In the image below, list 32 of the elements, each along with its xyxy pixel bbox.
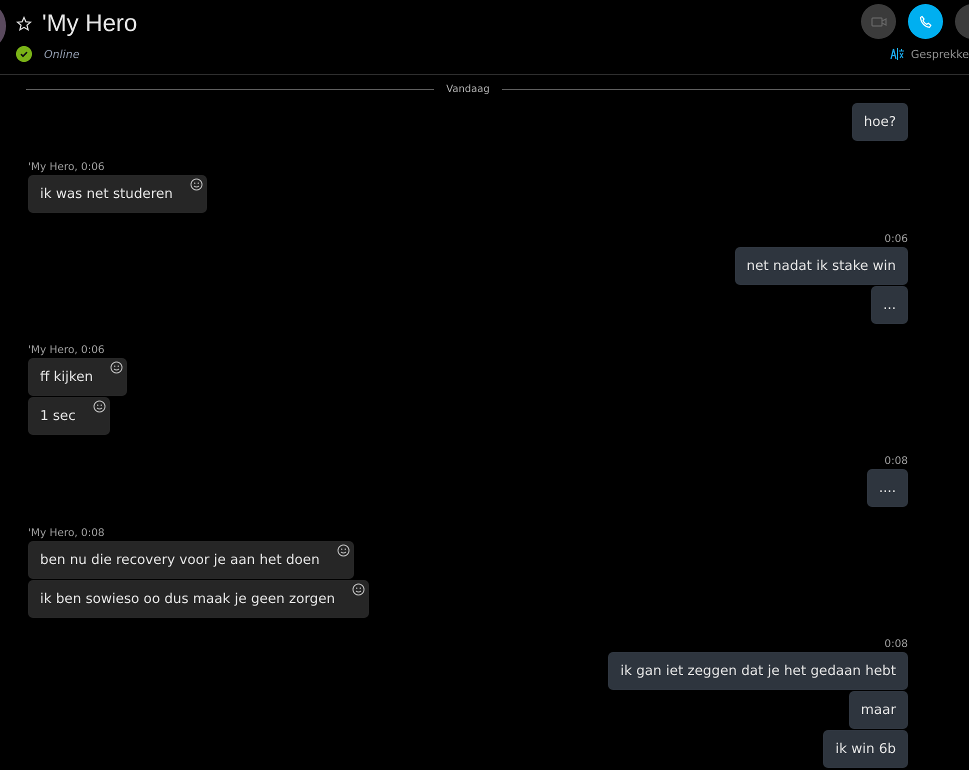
video-call-button[interactable]: [861, 4, 896, 39]
message-bubble[interactable]: net nadat ik stake win: [734, 247, 908, 285]
message-meta: 'My Hero, 0:06: [28, 345, 105, 356]
date-divider: Vandaag: [446, 84, 490, 94]
message-bubble[interactable]: ben nu die recovery voor je aan het doen: [28, 541, 354, 579]
online-status-icon: [16, 46, 32, 62]
message-bubble[interactable]: ik was net studeren: [28, 175, 207, 213]
contact-name: 'My Hero: [42, 10, 138, 38]
smiley-icon[interactable]: [352, 583, 366, 596]
message-bubble[interactable]: ik ben sowieso oo dus maak je geen zorgen: [28, 580, 370, 618]
status-text: Online: [44, 48, 80, 60]
smiley-icon[interactable]: [110, 361, 124, 374]
star-icon[interactable]: [16, 16, 32, 32]
message-bubble[interactable]: maar: [848, 691, 908, 729]
message-meta: 0:06: [884, 234, 908, 245]
message-bubble[interactable]: ff kijken: [28, 358, 128, 396]
smiley-icon[interactable]: [336, 544, 350, 557]
smiley-icon[interactable]: [190, 178, 203, 191]
translate-icon[interactable]: [890, 47, 905, 61]
message-bubble[interactable]: ...: [871, 286, 908, 324]
message-bubble[interactable]: ik win 6b: [823, 730, 908, 768]
message-bubble[interactable]: ....: [866, 469, 908, 507]
message-meta: 0:08: [884, 639, 908, 650]
message-bubble[interactable]: hoe?: [852, 103, 908, 141]
message-bubble[interactable]: ik gan iet zeggen dat je het gedaan hebt: [608, 652, 908, 690]
message-bubble[interactable]: 1 sec: [28, 397, 110, 435]
message-meta: 'My Hero, 0:08: [28, 528, 105, 539]
message-meta: 0:08: [884, 456, 908, 467]
call-button[interactable]: [908, 4, 943, 39]
smiley-icon[interactable]: [92, 400, 106, 413]
message-meta: 'My Hero, 0:06: [28, 162, 105, 173]
conversations-label[interactable]: Gesprekke: [910, 48, 969, 60]
